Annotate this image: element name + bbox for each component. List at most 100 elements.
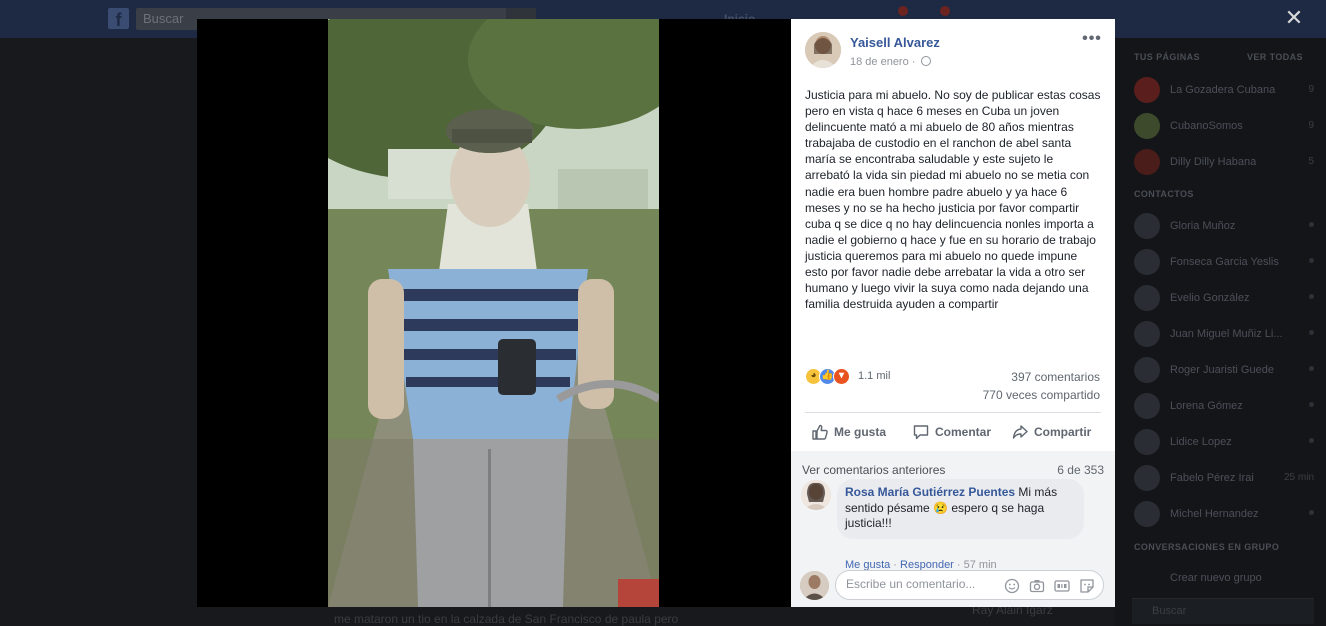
reactions-count: 1.1 mil	[858, 370, 891, 382]
contact-name: Lorena Gómez	[1170, 400, 1243, 412]
author-avatar[interactable]	[805, 32, 841, 68]
contacts-heading: CONTACTOS	[1134, 189, 1194, 199]
comment-button[interactable]: Comentar	[913, 422, 995, 444]
divider	[805, 412, 1101, 413]
status-dot-icon	[1309, 258, 1314, 263]
contact-avatar	[1134, 393, 1160, 419]
chat-search-label: Buscar	[1152, 605, 1187, 617]
post-photo[interactable]	[328, 19, 659, 607]
contact-name: Gloria Muñoz	[1170, 220, 1236, 232]
commenter-avatar-image	[801, 480, 831, 510]
post-date: 18 de enero ·	[850, 56, 931, 68]
facebook-logo-icon[interactable]: f	[108, 8, 129, 30]
contact-avatar	[1134, 357, 1160, 383]
page-avatar	[1134, 149, 1160, 175]
status-dot-icon	[1309, 402, 1314, 407]
current-user-avatar-image	[800, 571, 829, 600]
contact-item[interactable]: Evelio González	[1134, 283, 1314, 313]
status-dot-icon	[1309, 366, 1314, 371]
current-user-avatar	[800, 571, 829, 600]
contact-item[interactable]: Lorena Gómez	[1134, 391, 1314, 421]
sticker-icon[interactable]	[1079, 578, 1095, 594]
view-previous-comments-link[interactable]: Ver comentarios anteriores	[802, 463, 945, 477]
shares-count-link[interactable]: 770 veces compartido	[983, 388, 1100, 402]
contact-avatar	[1134, 429, 1160, 455]
comment-button-label: Comentar	[935, 425, 992, 439]
contact-last-active: 25 min	[1283, 472, 1314, 483]
contact-name: Juan Miguel Muñiz Li...	[1170, 328, 1283, 340]
sidebar-page-item[interactable]: Dilly Dilly Habana 5	[1134, 147, 1314, 177]
sidebar-page-item[interactable]: CubanoSomos 9	[1134, 111, 1314, 141]
contact-item[interactable]: Roger Juaristi Guede	[1134, 355, 1314, 385]
page-name: Dilly Dilly Habana	[1170, 156, 1257, 168]
post-author-name[interactable]: Yaisell Alvarez	[850, 35, 940, 50]
contact-avatar	[1134, 321, 1160, 347]
contact-item[interactable]: Michel Hernandez	[1134, 499, 1314, 529]
commenter-avatar[interactable]	[801, 480, 831, 510]
group-conversations-heading: CONVERSACIONES EN GRUPO	[1134, 542, 1280, 552]
contact-avatar	[1134, 249, 1160, 275]
gif-icon[interactable]	[1054, 578, 1070, 594]
contact-item[interactable]: Lidice Lopez	[1134, 427, 1314, 457]
status-dot-icon	[1309, 510, 1314, 515]
status-dot-icon	[1309, 330, 1314, 335]
contact-avatar	[1134, 465, 1160, 491]
page-avatar	[1134, 77, 1160, 103]
contact-name: Roger Juaristi Guede	[1170, 364, 1274, 376]
friend-requests-badge[interactable]	[898, 6, 908, 16]
angry-reaction-icon: ▾	[833, 368, 850, 385]
contact-name: Fabelo Pérez Irai	[1170, 472, 1254, 484]
like-button-label: Me gusta	[834, 425, 887, 439]
contact-name: Fonseca Garcia Yeslis	[1170, 256, 1279, 268]
notifications-badge[interactable]	[940, 6, 950, 16]
page-avatar	[1134, 113, 1160, 139]
background-caption: me mataron un tio en la calzada de San F…	[334, 612, 679, 626]
comment-bubble: Rosa María Gutiérrez Puentes Mi más sent…	[837, 479, 1084, 539]
comment-author-name[interactable]: Rosa María Gutiérrez Puentes	[845, 485, 1015, 499]
status-dot-icon	[1309, 294, 1314, 299]
page-name: La Gozadera Cubana	[1170, 84, 1276, 96]
contact-item[interactable]: Juan Miguel Muñiz Li...	[1134, 319, 1314, 349]
globe-icon	[920, 56, 931, 66]
share-button[interactable]: Compartir	[1012, 422, 1098, 444]
post-date-text[interactable]: 18 de enero	[850, 56, 909, 68]
comments-count-link[interactable]: 397 comentarios	[1011, 370, 1100, 384]
contact-avatar	[1134, 285, 1160, 311]
contact-item[interactable]: Gloria Muñoz	[1134, 211, 1314, 241]
like-button[interactable]: Me gusta	[812, 422, 892, 444]
contact-item[interactable]: Fonseca Garcia Yeslis	[1134, 247, 1314, 277]
group-icon	[1134, 565, 1160, 591]
right-sidebar: TUS PÁGINAS VER TODAS La Gozadera Cubana…	[1115, 38, 1326, 626]
comment-bubble-icon	[913, 425, 929, 440]
sidebar-page-item[interactable]: La Gozadera Cubana 9	[1134, 75, 1314, 105]
create-group-label: Crear nuevo grupo	[1170, 572, 1262, 584]
page-count: 9	[1308, 84, 1314, 95]
elderly-man-photo	[328, 19, 659, 607]
contact-name: Lidice Lopez	[1170, 436, 1232, 448]
share-arrow-icon	[1012, 425, 1028, 439]
contact-item[interactable]: Fabelo Pérez Irai 25 min	[1134, 463, 1314, 493]
photo-viewer	[197, 19, 791, 607]
comment-input[interactable]	[846, 577, 996, 591]
contact-avatar	[1134, 501, 1160, 527]
emoji-icon[interactable]	[1004, 578, 1020, 594]
comments-page-count: 6 de 353	[1057, 463, 1104, 477]
page-count: 9	[1308, 120, 1314, 131]
more-options-icon[interactable]: •••	[1081, 30, 1103, 52]
share-button-label: Compartir	[1034, 425, 1092, 439]
create-group-item[interactable]: Crear nuevo grupo	[1134, 563, 1314, 593]
page-count: 5	[1308, 156, 1314, 167]
chat-search-bar[interactable]: Buscar	[1132, 598, 1314, 624]
status-dot-icon	[1309, 222, 1314, 227]
contact-avatar	[1134, 213, 1160, 239]
close-icon[interactable]: ✕	[1282, 6, 1306, 30]
post-panel: Yaisell Alvarez 18 de enero · ••• Justic…	[791, 19, 1115, 607]
camera-icon[interactable]	[1029, 578, 1045, 594]
thumbs-up-icon	[812, 424, 828, 440]
status-dot-icon	[1309, 438, 1314, 443]
author-avatar-image	[805, 32, 841, 68]
see-all-link[interactable]: VER TODAS	[1247, 52, 1303, 62]
comment-composer[interactable]	[835, 570, 1104, 600]
page-name: CubanoSomos	[1170, 120, 1243, 132]
contact-name: Evelio González	[1170, 292, 1250, 304]
